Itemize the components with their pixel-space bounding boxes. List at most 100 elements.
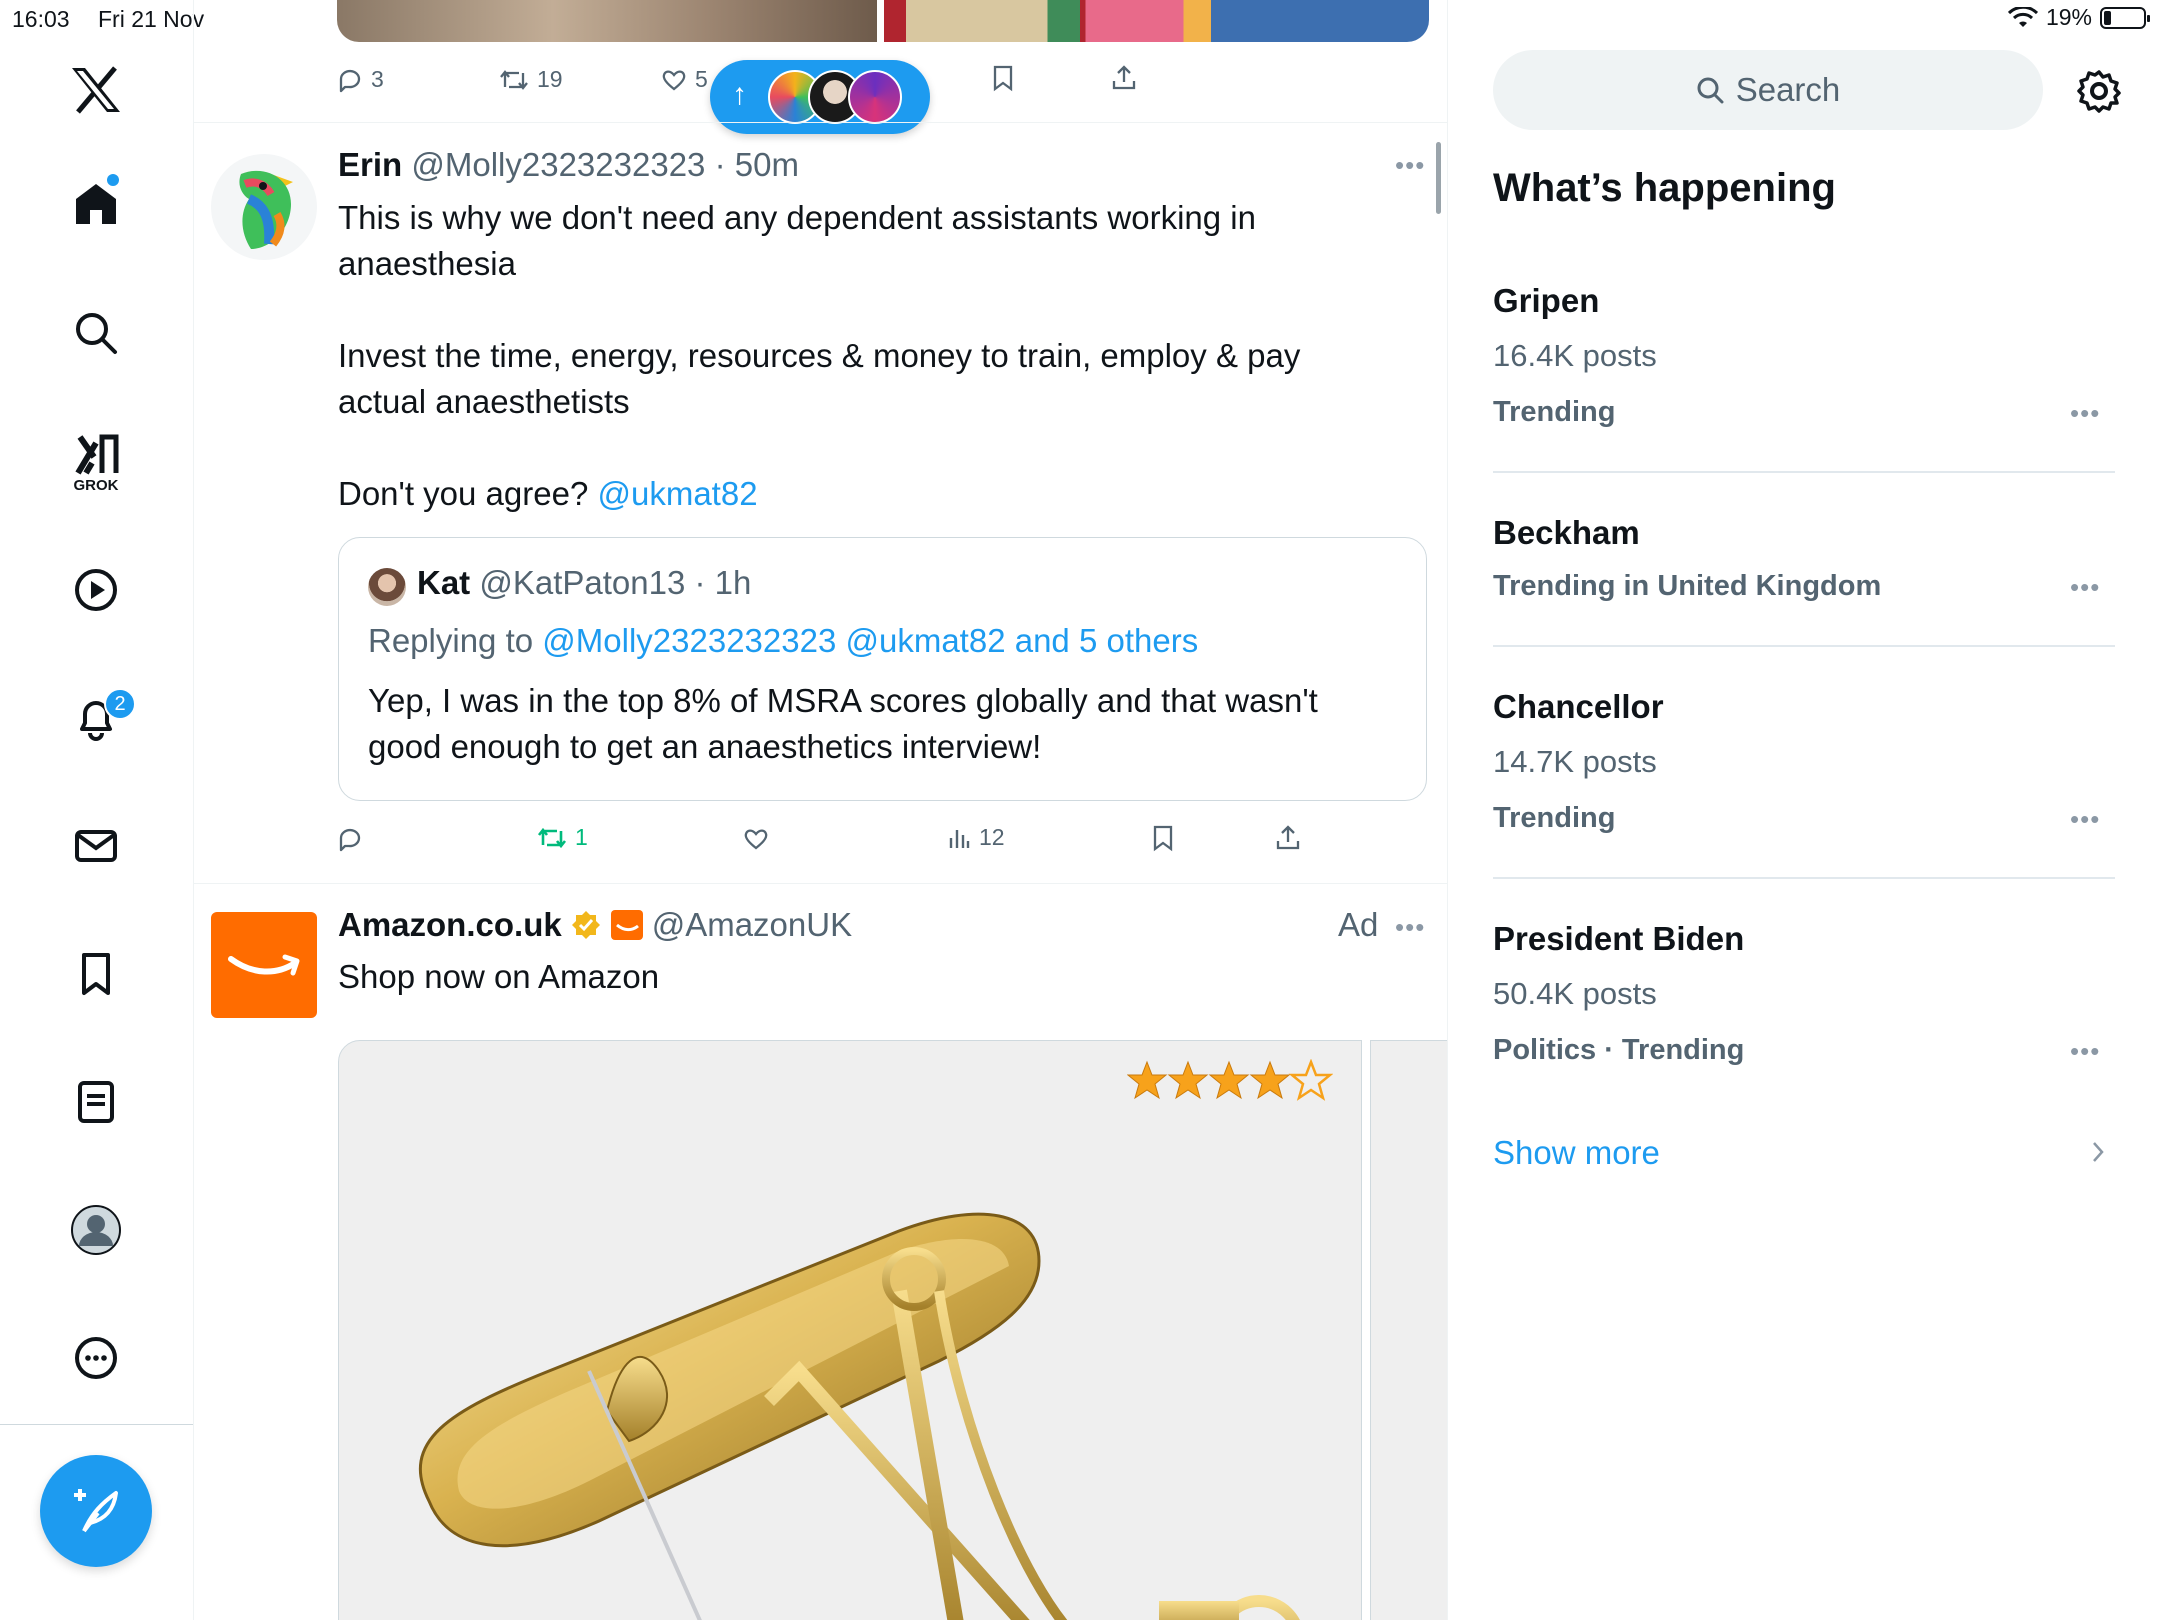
tweet-time[interactable]: 50m bbox=[735, 146, 799, 183]
settings-icon[interactable] bbox=[2076, 68, 2122, 119]
ad-author-name[interactable]: Amazon.co.uk bbox=[338, 906, 562, 944]
trend-title-president-biden[interactable]: President Biden bbox=[1493, 920, 1744, 958]
trend-divider bbox=[1493, 877, 2115, 879]
tweet-retweet-action[interactable]: 1 bbox=[537, 824, 588, 851]
quote-body: Yep, I was in the top 8% of MSRA scores … bbox=[368, 678, 1408, 770]
video-icon[interactable] bbox=[68, 562, 124, 618]
search-icon[interactable] bbox=[68, 305, 124, 361]
prev-retweet-count: 19 bbox=[537, 66, 563, 92]
ad-product-image[interactable] bbox=[338, 1040, 1362, 1620]
nav-divider bbox=[0, 1424, 193, 1425]
share-icon bbox=[1112, 65, 1136, 90]
home-unread-dot bbox=[107, 174, 119, 186]
prev-like-action[interactable]: 5 bbox=[661, 66, 708, 93]
search-icon bbox=[1697, 77, 1724, 104]
tweet-bookmark-action[interactable] bbox=[1151, 824, 1175, 852]
tweet-line-3: Invest the time, energy, resources & mon… bbox=[338, 337, 1301, 374]
views-icon bbox=[949, 829, 970, 848]
trend-more-icon[interactable]: ••• bbox=[2070, 804, 2100, 835]
trend-meta-president-biden: Politics · Trending bbox=[1493, 1034, 1745, 1066]
ad-avatar-amazon[interactable] bbox=[211, 912, 317, 1018]
trend-title-gripen[interactable]: Gripen bbox=[1493, 282, 1599, 320]
ad-more-icon[interactable]: ••• bbox=[1395, 912, 1425, 943]
quote-author-name: Kat bbox=[417, 564, 471, 601]
tweet-author-handle[interactable]: @Molly2323232323 bbox=[411, 146, 705, 183]
trend-meta-beckham: Trending in United Kingdom bbox=[1493, 570, 1882, 602]
quote-tweet-card[interactable]: Kat @KatPaton13 · 1h Replying to @Molly2… bbox=[338, 537, 1427, 801]
prev-reply-count: 3 bbox=[371, 66, 384, 92]
previous-tweet-media[interactable] bbox=[337, 0, 1429, 42]
quote-avatar bbox=[368, 568, 406, 606]
ad-author-handle[interactable]: @AmazonUK bbox=[652, 906, 852, 944]
right-sidebar: Search What’s happening Gripen 16.4K pos… bbox=[1448, 0, 2160, 1620]
quote-time: 1h bbox=[714, 564, 752, 601]
trend-more-icon[interactable]: ••• bbox=[2070, 398, 2100, 429]
trend-more-icon[interactable]: ••• bbox=[2070, 1036, 2100, 1067]
notifications-badge: 2 bbox=[104, 688, 136, 720]
tweet-divider bbox=[193, 883, 1447, 884]
left-nav: GROK 2 bbox=[0, 0, 194, 1620]
tweet-mention-link[interactable]: @ukmat82 bbox=[597, 475, 757, 512]
trend-more-icon[interactable]: ••• bbox=[2070, 572, 2100, 603]
amazon-affiliate-badge-icon bbox=[610, 910, 643, 940]
quote-author-handle: @KatPaton13 bbox=[479, 564, 686, 601]
reply-icon bbox=[339, 69, 361, 92]
dot-separator: · bbox=[705, 146, 735, 183]
prev-reply-action[interactable]: 3 bbox=[337, 66, 384, 93]
trend-posts-president-biden: 50.4K posts bbox=[1493, 976, 1657, 1011]
x-logo-icon[interactable] bbox=[68, 62, 124, 118]
quote-line-2: good enough to get an anaesthetics inter… bbox=[368, 728, 1042, 765]
lists-icon[interactable] bbox=[68, 1074, 124, 1130]
ad-header: Amazon.co.uk @AmazonUK bbox=[338, 906, 852, 944]
replying-to-links[interactable]: @Molly2323232323 @ukmat82 and 5 others bbox=[542, 622, 1198, 659]
messages-icon[interactable] bbox=[68, 818, 124, 874]
tweet-share-action[interactable] bbox=[1275, 824, 1301, 852]
feed-scrollbar[interactable] bbox=[1436, 142, 1441, 214]
main-feed: 3 19 5 ↑ Erin @Molly2323232323 · 50m •••… bbox=[193, 0, 1448, 1620]
trend-divider bbox=[1493, 645, 2115, 647]
profile-avatar[interactable] bbox=[68, 1202, 124, 1258]
tweet-header: Erin @Molly2323232323 · 50m bbox=[338, 146, 799, 184]
tweet-more-icon[interactable]: ••• bbox=[1395, 150, 1425, 181]
pill-avatar-3 bbox=[848, 70, 902, 124]
compose-button[interactable] bbox=[40, 1455, 152, 1567]
prev-bookmark-action[interactable] bbox=[991, 64, 1015, 92]
quote-header: Kat @KatPaton13 · 1h bbox=[417, 564, 751, 602]
tweet-retweet-count: 1 bbox=[575, 824, 588, 850]
show-more-link[interactable]: Show more bbox=[1493, 1134, 1660, 1172]
tweet-line-1: This is why we don't need any dependent … bbox=[338, 199, 1256, 236]
tweet-reply-action[interactable] bbox=[337, 826, 363, 852]
prev-retweet-action[interactable]: 19 bbox=[499, 66, 563, 93]
search-placeholder: Search bbox=[1735, 71, 1841, 108]
ad-label: Ad bbox=[1338, 906, 1379, 943]
ad-next-card-edge[interactable] bbox=[1370, 1040, 1447, 1620]
tweet-line-4: actual anaesthetists bbox=[338, 383, 630, 420]
tweet-avatar-erin[interactable] bbox=[211, 154, 317, 260]
up-arrow-icon: ↑ bbox=[732, 78, 747, 111]
chevron-right-icon[interactable] bbox=[2088, 1138, 2108, 1171]
bookmarks-icon[interactable] bbox=[68, 946, 124, 1002]
bookmark-icon bbox=[993, 65, 1013, 92]
tweet-views-action[interactable]: 12 bbox=[947, 824, 1005, 851]
prev-like-count: 5 bbox=[695, 66, 708, 92]
retweet-icon bbox=[500, 69, 528, 90]
bookmark-icon bbox=[1153, 825, 1173, 852]
trend-title-chancellor[interactable]: Chancellor bbox=[1493, 688, 1664, 726]
tweet-views-count: 12 bbox=[979, 824, 1005, 850]
quote-replying-line: Replying to @Molly2323232323 @ukmat82 an… bbox=[368, 622, 1198, 660]
tweet-author-name[interactable]: Erin bbox=[338, 146, 402, 183]
tweet-divider bbox=[193, 122, 1447, 123]
search-box[interactable]: Search bbox=[1493, 50, 2043, 130]
compose-feather-icon bbox=[74, 1489, 118, 1533]
tweet-like-action[interactable] bbox=[743, 826, 769, 852]
grok-label: GROK bbox=[73, 476, 119, 494]
media-image-2[interactable] bbox=[884, 0, 1429, 42]
media-image-1[interactable] bbox=[337, 0, 877, 42]
grok-icon bbox=[75, 434, 119, 475]
amazon-smile-icon bbox=[228, 954, 300, 976]
trend-title-beckham[interactable]: Beckham bbox=[1493, 514, 1640, 552]
grok-nav[interactable]: GROK bbox=[68, 428, 124, 498]
more-icon[interactable] bbox=[68, 1330, 124, 1386]
prev-share-action[interactable] bbox=[1111, 64, 1137, 92]
ad-text: Shop now on Amazon bbox=[338, 958, 660, 995]
